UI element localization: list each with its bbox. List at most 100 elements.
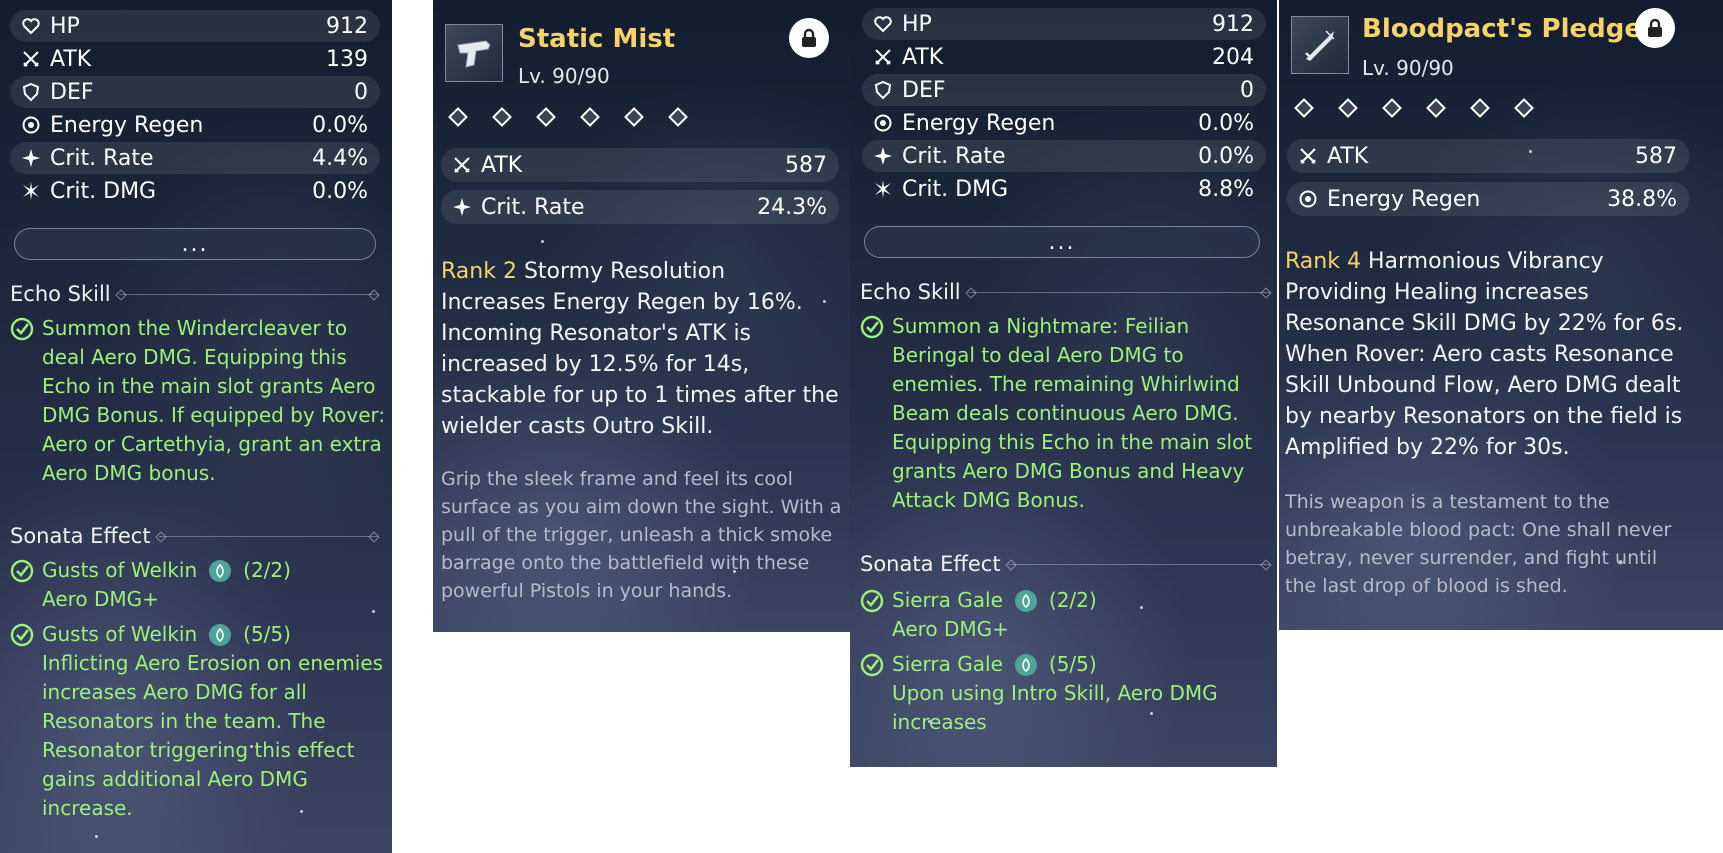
more-stats-button[interactable]: ... xyxy=(14,228,376,260)
weapon-lore: Grip the sleek frame and feel its cool s… xyxy=(441,468,842,602)
echo-skill-header: Echo Skill xyxy=(10,282,378,306)
lock-icon[interactable] xyxy=(1635,8,1675,48)
sonata-count: (2/2) xyxy=(1048,588,1097,612)
stat-list: HP 912 ATK 204 DEF 0 Energy Regen 0.0% C… xyxy=(862,8,1266,208)
stat-row-atk: ATK 139 xyxy=(10,43,380,75)
weapon-name: Bloodpact's Pledge xyxy=(1362,14,1643,44)
rank-diamonds xyxy=(448,107,715,127)
rank-label: Rank 2 xyxy=(441,259,517,284)
divider xyxy=(158,535,378,537)
passive-name: Harmonious Vibrancy xyxy=(1367,249,1604,274)
sonata-name: Gusts of Welkin xyxy=(42,558,198,582)
sonata-effect-5pc: Sierra Gale (5/5) Upon using Intro Skill… xyxy=(860,650,1272,737)
sonata-effect-2pc: Gusts of Welkin (2/2) Aero DMG+ xyxy=(10,556,386,614)
divider xyxy=(118,293,378,295)
sonata-set-icon xyxy=(1014,653,1037,676)
pistol-icon xyxy=(445,24,503,82)
stat-row-hp: HP 912 xyxy=(10,10,380,42)
shield-icon xyxy=(20,81,42,103)
stat-row-hp: HP 912 xyxy=(862,8,1266,40)
sonata-count: (5/5) xyxy=(243,622,291,646)
stat-row-crit-rate: Crit. Rate 24.3% xyxy=(441,190,839,224)
rank-diamond xyxy=(536,107,556,127)
rank-diamond xyxy=(448,107,468,127)
rank-diamond xyxy=(1294,98,1314,118)
sonata-effect-2pc: Sierra Gale (2/2) Aero DMG+ xyxy=(860,586,1272,644)
rank-diamond xyxy=(668,107,688,127)
swords-icon xyxy=(451,154,473,176)
sonata-text: Aero DMG+ xyxy=(892,617,1009,641)
crit-dmg-icon xyxy=(872,178,894,200)
check-icon xyxy=(10,623,34,647)
passive-text: Providing Healing increases Resonance Sk… xyxy=(1285,280,1684,460)
weapon-passive: Rank 4 Harmonious Vibrancy Providing Hea… xyxy=(1285,246,1685,463)
heart-icon xyxy=(872,13,894,35)
rank-diamond xyxy=(492,107,512,127)
sonata-effect-header: Sonata Effect xyxy=(860,552,1270,576)
stat-row-def: DEF 0 xyxy=(10,76,380,108)
rank-diamonds xyxy=(1294,98,1561,118)
stat-row-atk: ATK 204 xyxy=(862,41,1266,73)
weapon-card-1: Static Mist Lv. 90/90 ATK 587 Crit. Rate… xyxy=(433,0,850,632)
weapon-name: Static Mist xyxy=(518,24,676,54)
lock-icon[interactable] xyxy=(789,18,829,58)
weapon-passive: Rank 2 Stormy Resolution Increases Energ… xyxy=(441,256,841,442)
sonata-count: (5/5) xyxy=(1048,652,1097,676)
stat-row-def: DEF 0 xyxy=(862,74,1266,106)
rank-diamond xyxy=(1426,98,1446,118)
echo-card-2: HP 912 ATK 204 DEF 0 Energy Regen 0.0% C… xyxy=(850,0,1277,767)
sonata-name: Gusts of Welkin xyxy=(42,622,198,646)
heart-icon xyxy=(20,15,42,37)
crit-dmg-icon xyxy=(20,180,42,202)
energy-icon xyxy=(1297,188,1319,210)
check-icon xyxy=(860,589,884,613)
sonata-effect-5pc: Gusts of Welkin (5/5) Inflicting Aero Er… xyxy=(10,620,386,823)
stat-row-crit-rate: Crit. Rate 4.4% xyxy=(10,142,380,174)
stat-row-energy-regen: Energy Regen 0.0% xyxy=(10,109,380,141)
echo-skill-header: Echo Skill xyxy=(860,280,1270,304)
rank-diamond xyxy=(1514,98,1534,118)
crit-rate-icon xyxy=(872,145,894,167)
rank-diamond xyxy=(1382,98,1402,118)
check-icon xyxy=(860,315,884,339)
swords-icon xyxy=(1297,145,1319,167)
echo-skill-effect: Summon the Windercleaver to deal Aero DM… xyxy=(10,314,386,488)
sonata-effect-header: Sonata Effect xyxy=(10,524,378,548)
divider xyxy=(1008,563,1270,565)
echo-skill-text: Summon a Nightmare: Feilian Beringal to … xyxy=(892,314,1253,512)
crit-rate-icon xyxy=(451,196,473,218)
sonata-text: Inflicting Aero Erosion on enemies incre… xyxy=(42,651,384,820)
stat-row-energy-regen: Energy Regen 0.0% xyxy=(862,107,1266,139)
sonata-set-icon xyxy=(1014,589,1037,612)
stat-row-atk: ATK 587 xyxy=(441,148,839,182)
energy-icon xyxy=(872,112,894,134)
rank-diamond xyxy=(580,107,600,127)
energy-icon xyxy=(20,114,42,136)
sonata-set-icon xyxy=(209,559,232,582)
check-icon xyxy=(860,653,884,677)
shield-icon xyxy=(872,79,894,101)
sword-icon xyxy=(1291,16,1349,74)
passive-name: Stormy Resolution xyxy=(523,259,726,284)
swords-icon xyxy=(20,48,42,70)
weapon-level: Lv. 90/90 xyxy=(1362,56,1454,80)
echo-card-1: HP 912 ATK 139 DEF 0 Energy Regen 0.0% C… xyxy=(0,0,392,853)
weapon-lore: This weapon is a testament to the unbrea… xyxy=(1285,491,1672,597)
stat-row-atk: ATK 587 xyxy=(1287,139,1689,173)
divider xyxy=(968,291,1270,293)
check-icon xyxy=(10,317,34,341)
rank-diamond xyxy=(1338,98,1358,118)
stat-row-crit-dmg: Crit. DMG 0.0% xyxy=(10,175,380,207)
echo-skill-effect: Summon a Nightmare: Feilian Beringal to … xyxy=(860,312,1272,515)
stat-list: ATK 587 Crit. Rate 24.3% xyxy=(441,148,839,228)
sonata-set-icon xyxy=(209,623,232,646)
sonata-count: (2/2) xyxy=(243,558,291,582)
swords-icon xyxy=(872,46,894,68)
echo-skill-text: Summon the Windercleaver to deal Aero DM… xyxy=(42,316,386,485)
weapon-level: Lv. 90/90 xyxy=(518,64,610,88)
more-stats-button[interactable]: ... xyxy=(864,226,1260,258)
stat-row-energy-regen: Energy Regen 38.8% xyxy=(1287,182,1689,216)
stat-row-crit-rate: Crit. Rate 0.0% xyxy=(862,140,1266,172)
check-icon xyxy=(10,559,34,583)
rank-diamond xyxy=(624,107,644,127)
